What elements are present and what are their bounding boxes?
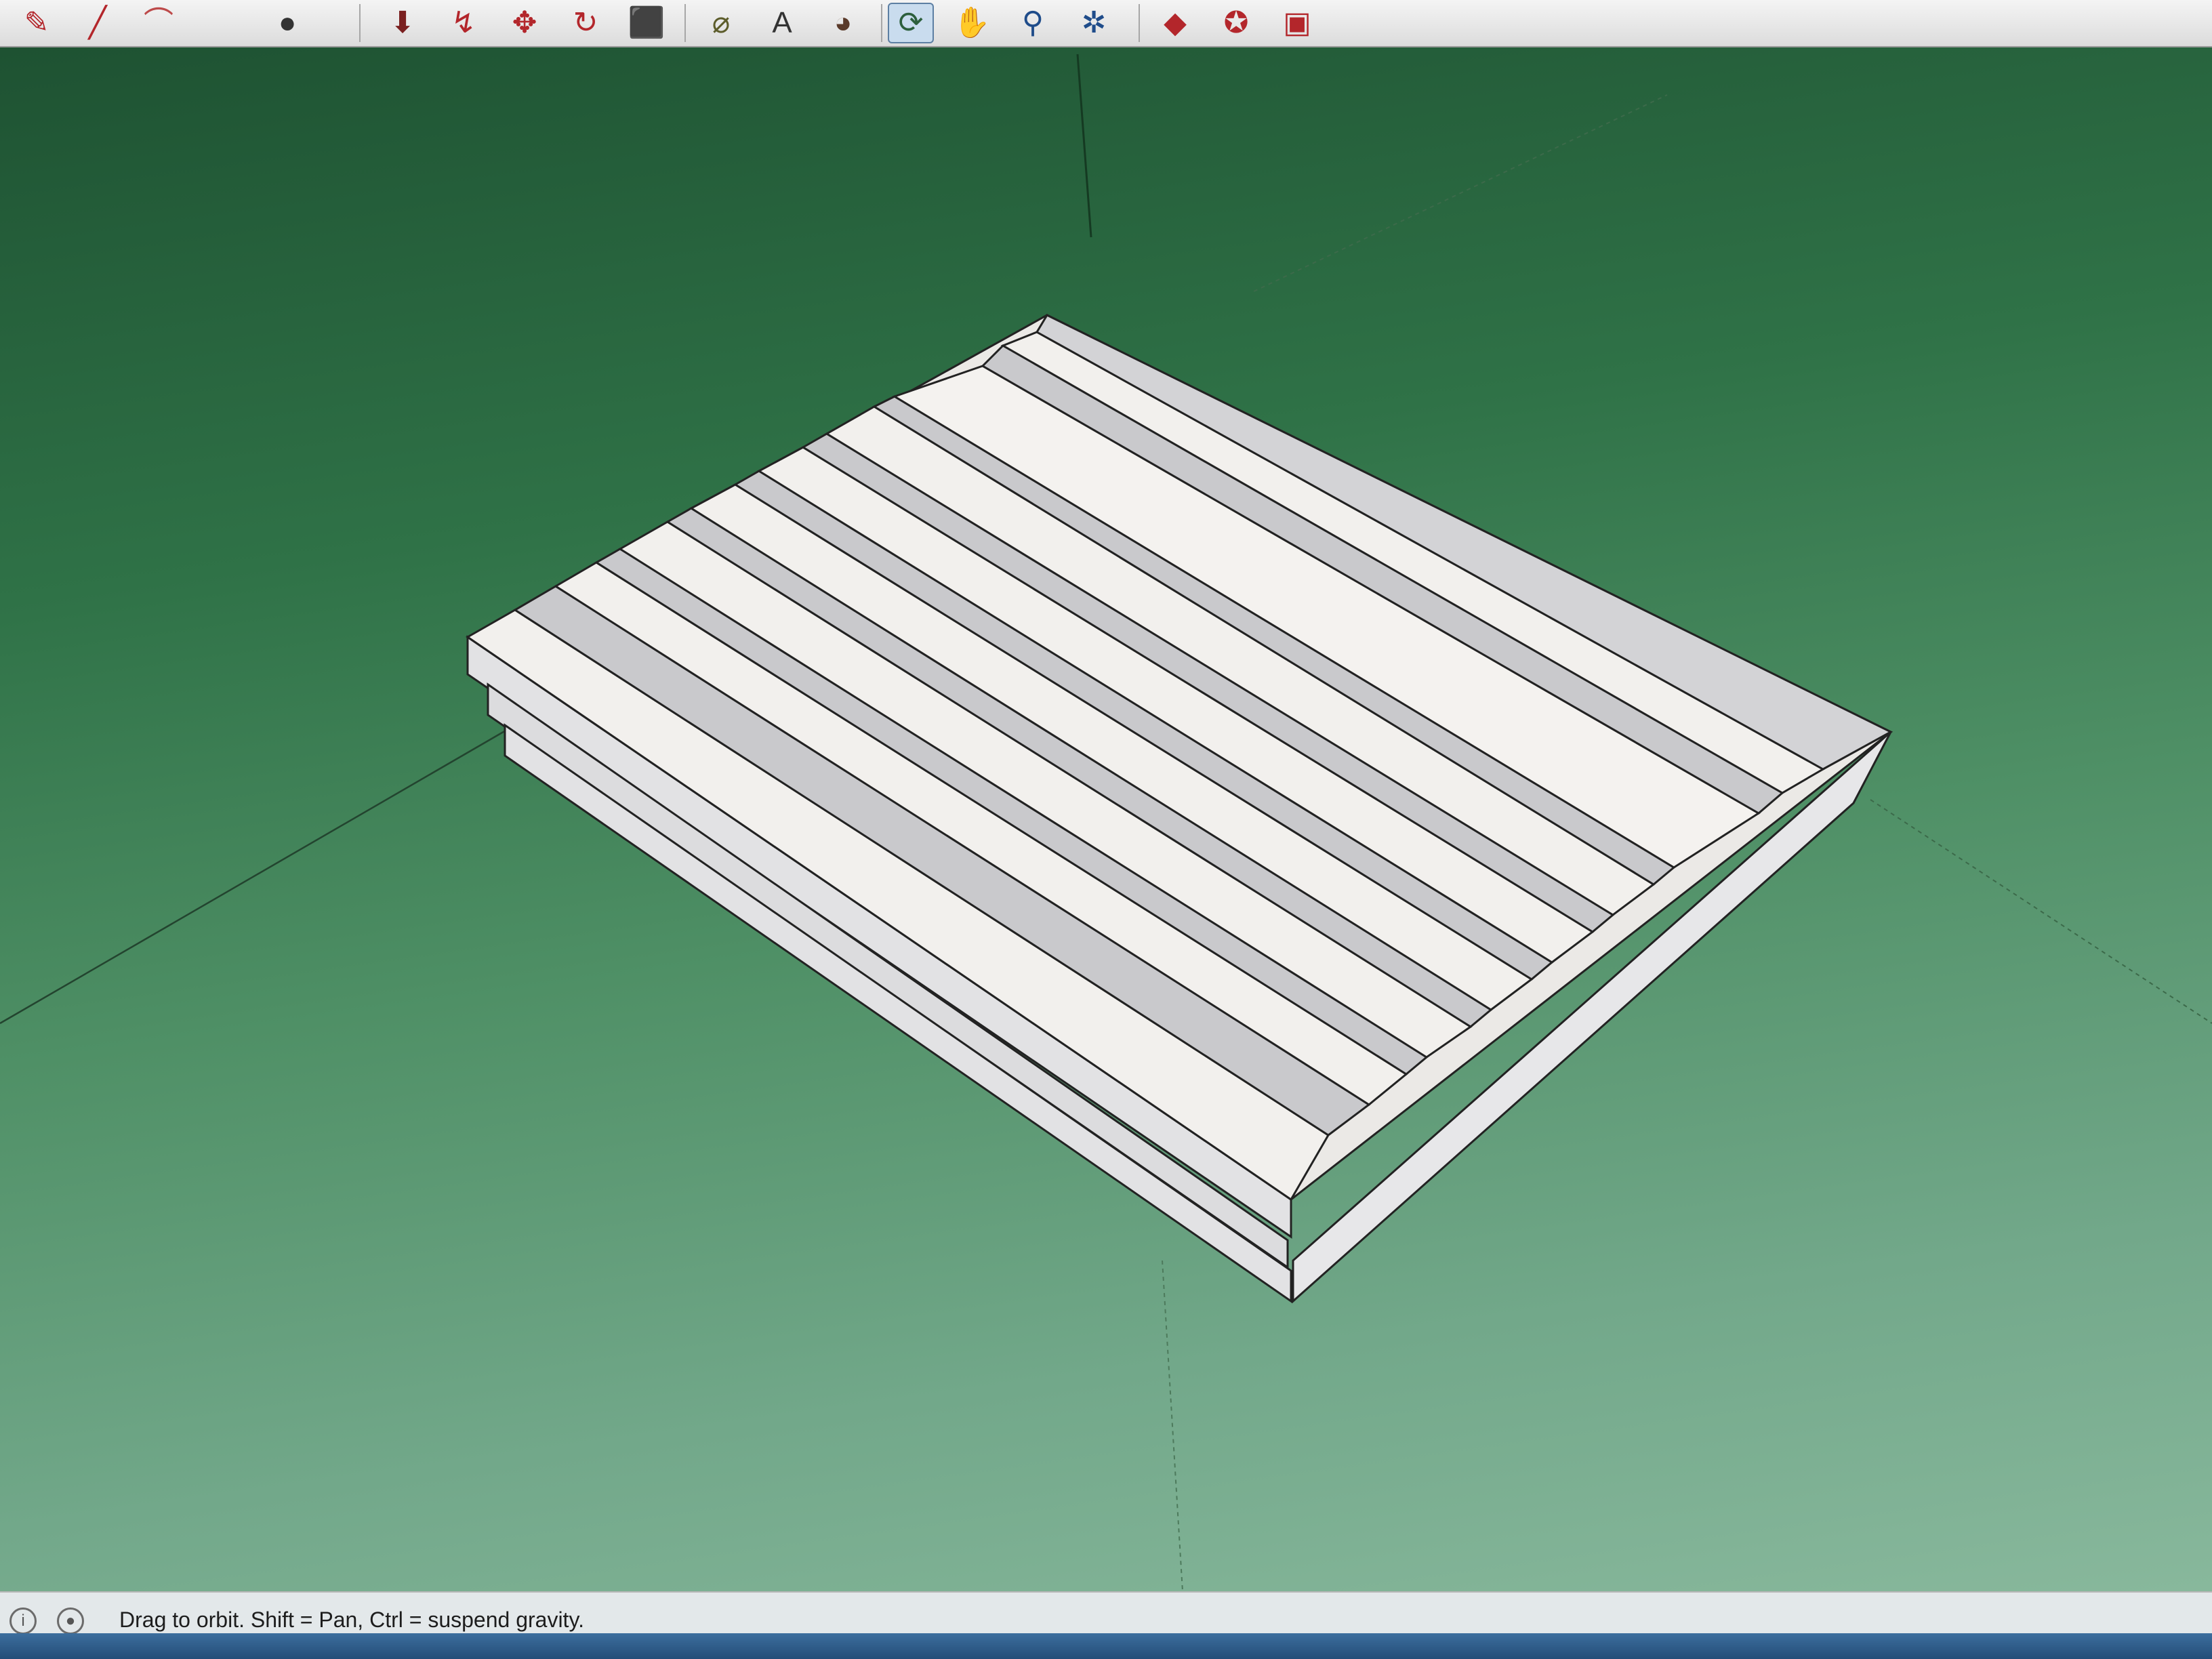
paint-bucket-icon[interactable]: ◕	[820, 3, 866, 43]
toolbar-separator	[359, 4, 361, 42]
tape-measure-icon[interactable]: ⌀	[698, 3, 744, 43]
scale-icon[interactable]: ⬛	[623, 3, 670, 43]
extension-warehouse-icon[interactable]: ▣	[1274, 3, 1320, 43]
os-taskbar	[0, 1633, 2212, 1659]
scene-canvas	[0, 54, 2212, 1591]
red-axis-dotted	[1253, 94, 1668, 292]
status-message: Drag to orbit. Shift = Pan, Ctrl = suspe…	[119, 1607, 584, 1632]
model-rails	[466, 314, 1893, 1202]
green-axis-dotted	[1870, 799, 2212, 1024]
pencil-line-icon[interactable]: ╱	[75, 3, 121, 43]
info-icon[interactable]: i	[9, 1607, 37, 1635]
text-icon[interactable]: A	[759, 3, 805, 43]
zoom-extents-icon[interactable]: ✲	[1071, 3, 1117, 43]
move-icon[interactable]: ✥	[501, 3, 548, 43]
follow-me-icon[interactable]: ↯	[441, 3, 487, 43]
circle-shape-icon[interactable]: ●	[264, 3, 310, 43]
zoom-icon[interactable]: ⚲	[1010, 3, 1056, 43]
toolbar-separator	[881, 4, 882, 42]
rotate-icon[interactable]: ↻	[562, 3, 609, 43]
eraser-icon[interactable]: ✎	[14, 3, 60, 43]
pan-icon[interactable]: ✋	[949, 3, 995, 43]
share-model-icon[interactable]: ✪	[1213, 3, 1259, 43]
blue-axis-line	[1076, 54, 1092, 238]
orbit-icon[interactable]: ⟳	[888, 3, 934, 43]
modeling-viewport[interactable]	[0, 47, 2212, 1591]
warehouse-icon[interactable]: ◆	[1152, 3, 1198, 43]
green-axis-line	[0, 724, 516, 1025]
blue-axis-dotted	[1162, 1260, 1183, 1591]
user-icon[interactable]: ●	[57, 1607, 84, 1635]
push-pull-icon[interactable]: ⬇	[380, 3, 426, 43]
toolbar-separator	[684, 4, 686, 42]
arc-icon[interactable]: ⌒	[136, 3, 182, 43]
toolbar-separator	[1139, 4, 1140, 42]
main-toolbar: ✎ ╱ ⌒ ● ⬇ ↯ ✥ ↻ ⬛ ⌀ A ◕ ⟳ ✋ ⚲ ✲ ◆ ✪ ▣	[0, 0, 2212, 47]
